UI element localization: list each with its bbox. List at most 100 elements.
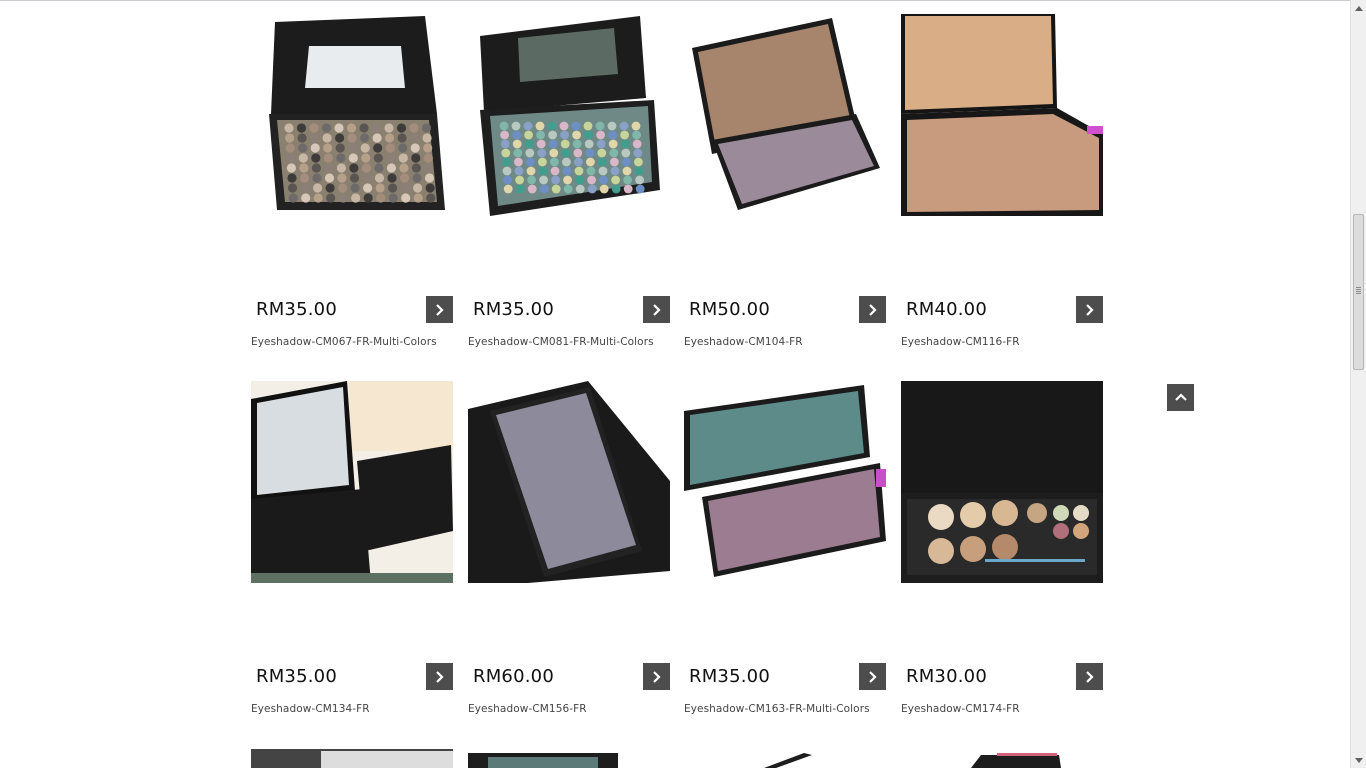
view-product-button[interactable] bbox=[859, 296, 886, 323]
product-image[interactable] bbox=[468, 749, 670, 768]
eyeshadow-pan bbox=[359, 123, 369, 133]
view-product-button[interactable] bbox=[426, 663, 453, 690]
chevron-right-icon bbox=[1085, 303, 1094, 316]
eyeshadow-pan bbox=[515, 175, 524, 185]
eyeshadow-pan bbox=[511, 121, 521, 131]
eyeshadow-pan bbox=[298, 143, 308, 153]
product-image[interactable] bbox=[684, 749, 886, 768]
eyeshadow-pan bbox=[575, 184, 585, 194]
eyeshadow-pan bbox=[584, 130, 593, 140]
product-name-link[interactable]: Eyeshadow-CM116-FR bbox=[901, 336, 1020, 348]
eyeshadow-pan bbox=[515, 184, 525, 194]
eyeshadow-pan bbox=[583, 121, 593, 131]
eyeshadow-pan bbox=[611, 175, 620, 185]
product-name-link[interactable]: Eyeshadow-CM174-FR bbox=[901, 703, 1020, 715]
eyeshadow-pan bbox=[424, 163, 434, 173]
view-product-button[interactable] bbox=[426, 296, 453, 323]
view-product-button[interactable] bbox=[859, 663, 886, 690]
product-image[interactable] bbox=[251, 381, 453, 583]
product-image[interactable] bbox=[468, 14, 670, 216]
eyeshadow-pan bbox=[586, 157, 595, 167]
eyeshadow-pan bbox=[324, 173, 335, 183]
eyeshadow-pan bbox=[560, 139, 570, 149]
eyeshadow-pan bbox=[609, 148, 619, 158]
eyeshadow-pan bbox=[635, 175, 644, 185]
eyeshadow-pan bbox=[386, 153, 396, 163]
eyeshadow-pan bbox=[608, 130, 617, 140]
eyeshadow-pan bbox=[323, 153, 333, 163]
eyeshadow-pan bbox=[336, 153, 346, 163]
product-image[interactable] bbox=[251, 14, 453, 216]
view-product-button[interactable] bbox=[643, 296, 670, 323]
triangle-down-icon bbox=[1354, 757, 1363, 763]
eyeshadow-pan bbox=[525, 148, 535, 158]
eyeshadow-pan bbox=[584, 139, 594, 149]
eyeshadow-pan bbox=[325, 183, 335, 193]
eyeshadow-pan bbox=[313, 183, 323, 193]
eyeshadow-pan bbox=[587, 175, 596, 185]
eyeshadow-pan bbox=[512, 139, 522, 149]
eyeshadow-pan bbox=[535, 121, 545, 131]
eyeshadow-pan bbox=[610, 157, 619, 167]
product-price: RM50.00 bbox=[689, 299, 770, 320]
scrollbar-thumb[interactable] bbox=[1353, 214, 1364, 370]
eyeshadow-pan bbox=[335, 143, 345, 153]
eyeshadow-pan bbox=[360, 133, 370, 143]
eyeshadow-pan bbox=[548, 139, 558, 149]
eyeshadow-pan bbox=[348, 143, 358, 153]
scroll-up-arrow[interactable] bbox=[1351, 0, 1366, 16]
thumb-grip bbox=[1356, 291, 1361, 292]
product-image[interactable] bbox=[684, 381, 886, 583]
eyeshadow-pan bbox=[513, 148, 523, 158]
eyeshadow-pan bbox=[575, 175, 584, 185]
product-name-link[interactable]: Eyeshadow-CM156-FR bbox=[468, 703, 587, 715]
eyeshadow-pan bbox=[361, 153, 371, 163]
chevron-right-icon bbox=[652, 303, 661, 316]
eyeshadow-pan bbox=[514, 166, 524, 176]
product-image[interactable] bbox=[468, 381, 670, 583]
eyeshadow-pan bbox=[301, 193, 311, 203]
eyeshadow-pan bbox=[338, 183, 348, 193]
product-name-link[interactable]: Eyeshadow-CM134-FR bbox=[251, 703, 370, 715]
eyeshadow-pan bbox=[500, 139, 510, 149]
eyeshadow-pan bbox=[413, 193, 423, 203]
vertical-scrollbar[interactable] bbox=[1350, 0, 1366, 768]
product-name-link[interactable]: Eyeshadow-CM163-FR-Multi-Colors bbox=[684, 703, 870, 715]
eyeshadow-pan bbox=[547, 121, 557, 131]
view-product-button[interactable] bbox=[643, 663, 670, 690]
eyeshadow-pan bbox=[421, 123, 432, 133]
eyeshadow-pan bbox=[623, 175, 632, 185]
product-image[interactable] bbox=[684, 14, 886, 216]
eyeshadow-pan bbox=[288, 193, 298, 203]
eyeshadow-pan bbox=[620, 130, 629, 140]
product-image[interactable] bbox=[251, 749, 453, 768]
product-name-link[interactable]: Eyeshadow-CM067-FR-Multi-Colors bbox=[251, 336, 437, 348]
eyeshadow-pan bbox=[573, 148, 583, 158]
eyeshadow-pan bbox=[296, 123, 307, 133]
eyeshadow-pan bbox=[372, 133, 382, 143]
eyeshadow-pan bbox=[563, 184, 573, 194]
product-name-link[interactable]: Eyeshadow-CM104-FR bbox=[684, 336, 803, 348]
view-product-button[interactable] bbox=[1076, 663, 1103, 690]
page-top-border bbox=[0, 0, 1350, 1]
product-image[interactable] bbox=[901, 749, 1103, 768]
eyeshadow-pan bbox=[596, 130, 605, 140]
view-product-button[interactable] bbox=[1076, 296, 1103, 323]
eyeshadow-pan bbox=[310, 133, 320, 143]
eyeshadow-pan bbox=[574, 157, 583, 167]
scroll-down-arrow[interactable] bbox=[1351, 752, 1366, 768]
eyeshadow-pan bbox=[574, 166, 584, 176]
product-image[interactable] bbox=[901, 381, 1103, 583]
eyeshadow-pan bbox=[398, 153, 408, 163]
eyeshadow-pan bbox=[388, 183, 398, 193]
eyeshadow-pan bbox=[411, 163, 421, 173]
eyeshadow-pan bbox=[526, 166, 536, 176]
product-image[interactable] bbox=[901, 14, 1103, 216]
eyeshadow-pan bbox=[526, 157, 535, 167]
eyeshadow-pan bbox=[399, 173, 410, 183]
product-name-link[interactable]: Eyeshadow-CM081-FR-Multi-Colors bbox=[468, 336, 654, 348]
eyeshadow-pan bbox=[409, 123, 419, 133]
back-to-top-button[interactable] bbox=[1167, 384, 1194, 411]
eyeshadow-pan bbox=[551, 175, 560, 185]
eyeshadow-pan bbox=[412, 173, 422, 183]
